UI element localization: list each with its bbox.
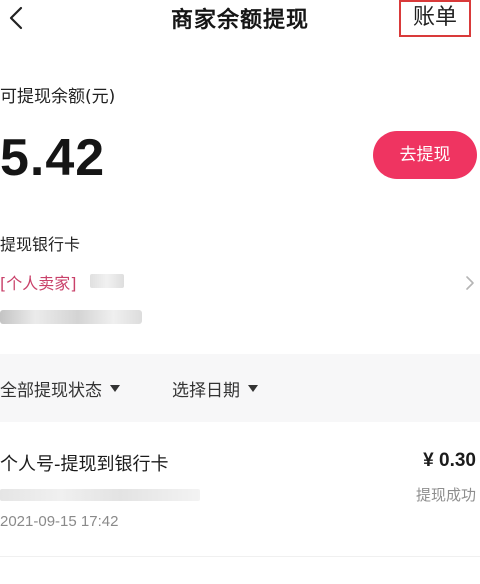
record-status: 提现成功 xyxy=(415,486,476,504)
record-title: 个人号-提现到银行卡 xyxy=(0,454,169,475)
bill-button[interactable]: 账单 xyxy=(399,0,471,37)
divider xyxy=(0,556,480,557)
redacted-card-number xyxy=(0,310,142,324)
filter-bar: 全部提现状态 选择日期 xyxy=(0,354,480,422)
triangle-down-icon xyxy=(248,385,258,392)
chevron-right-icon xyxy=(466,276,474,290)
record-time: 2021-09-15 17:42 xyxy=(0,513,119,530)
status-filter-label: 全部提现状态 xyxy=(0,381,102,401)
date-filter-label: 选择日期 xyxy=(172,381,240,401)
withdrawal-record[interactable]: 个人号-提现到银行卡 ¥ 0.30 提现成功 2021-09-15 17:42 xyxy=(0,438,480,542)
withdraw-button[interactable]: 去提现 xyxy=(373,131,477,179)
bank-card-label: 提现银行卡 xyxy=(0,235,81,254)
status-filter-dropdown[interactable]: 全部提现状态 xyxy=(0,376,120,401)
balance-amount: 5.42 xyxy=(0,129,106,187)
balance-label: 可提现余额(元) xyxy=(0,87,116,107)
seller-tag: [个人卖家] xyxy=(0,274,77,293)
bank-card-row[interactable]: [个人卖家] xyxy=(0,262,480,332)
redacted-seller-name xyxy=(90,274,124,288)
triangle-down-icon xyxy=(110,385,120,392)
record-amount: ¥ 0.30 xyxy=(423,450,476,471)
date-filter-dropdown[interactable]: 选择日期 xyxy=(172,376,258,401)
top-bar: 商家余额提现 账单 xyxy=(0,0,480,38)
redacted-serial-number xyxy=(0,489,200,501)
